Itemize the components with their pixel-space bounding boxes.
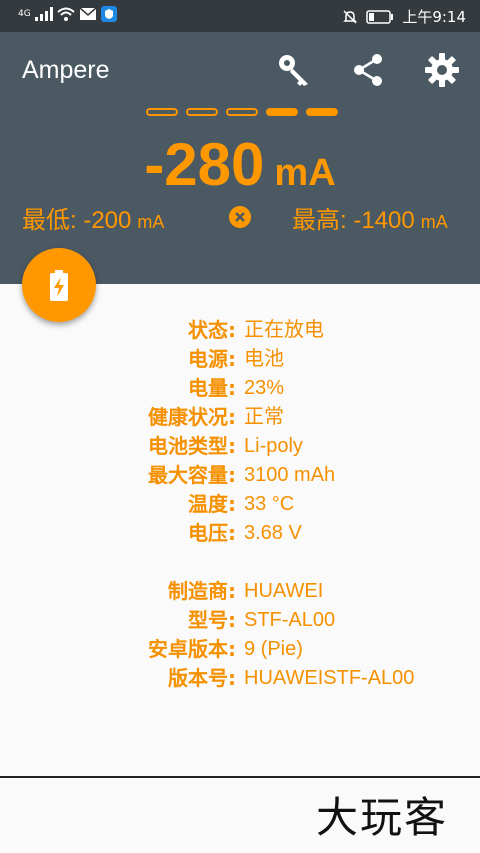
- info-value: 正在放电: [244, 319, 324, 341]
- level-dash: [146, 108, 178, 116]
- shield-app-icon: [100, 6, 117, 22]
- info-row-build-number: 版本号: HUAWEISTF-AL00: [0, 664, 480, 693]
- info-value: 33 °C: [244, 493, 295, 515]
- info-key: 电池类型:: [148, 434, 236, 458]
- reset-close-icon[interactable]: [229, 206, 251, 228]
- max-unit: mA: [420, 212, 448, 232]
- share-icon[interactable]: [350, 52, 386, 88]
- info-value: 正常: [244, 406, 284, 428]
- info-row-model: 型号: STF-AL00: [0, 606, 480, 635]
- info-value: STF-AL00: [244, 609, 336, 631]
- info-row-health: 健康状况: 正常: [0, 403, 480, 432]
- info-row-power-source: 电源: 电池: [0, 345, 480, 374]
- info-row-manufacturer: 制造商: HUAWEI: [0, 577, 480, 606]
- gear-icon[interactable]: [424, 52, 460, 88]
- info-key: 版本号:: [168, 666, 236, 690]
- level-dash: [266, 108, 298, 116]
- level-dash: [186, 108, 218, 116]
- mute-bell-icon: [343, 9, 358, 24]
- info-key: 电压:: [188, 521, 236, 545]
- info-key: 安卓版本:: [148, 637, 236, 661]
- info-value: 电池: [244, 348, 284, 370]
- info-key: 电源:: [188, 347, 236, 371]
- battery-info-list: 状态: 正在放电 电源: 电池 电量: 23% 健康状况: 正常 电池类型: Li-pol…: [0, 316, 480, 693]
- info-value: Li-poly: [244, 435, 303, 457]
- bottom-divider: [0, 776, 480, 778]
- info-key: 型号:: [188, 608, 236, 632]
- min-reading: 最低: -200 mA: [22, 200, 164, 235]
- info-key: 温度:: [188, 492, 236, 516]
- battery-fab-button[interactable]: [22, 248, 96, 322]
- current-value: -280: [144, 131, 265, 198]
- wifi-icon: [57, 7, 75, 21]
- info-value: 3100 mAh: [244, 464, 336, 486]
- battery-charging-icon: [50, 270, 68, 301]
- battery-icon: [366, 9, 394, 24]
- info-row-android-version: 安卓版本: 9 (Pie): [0, 635, 480, 664]
- info-value: HUAWEISTF-AL00: [244, 667, 415, 689]
- min-unit: mA: [137, 212, 165, 232]
- info-row-voltage: 电压: 3.68 V: [0, 519, 480, 548]
- info-value: 9 (Pie): [244, 638, 303, 660]
- info-row-temperature: 温度: 33 °C: [0, 490, 480, 519]
- current-reading: -280 mA: [0, 130, 480, 199]
- max-label: 最高: -1400: [292, 207, 415, 234]
- info-value: HUAWEI: [244, 580, 324, 602]
- info-row-technology: 电池类型: Li-poly: [0, 432, 480, 461]
- min-label: 最低: -200: [22, 207, 132, 234]
- info-key: 健康状况:: [148, 405, 236, 429]
- info-row-status: 状态: 正在放电: [0, 316, 480, 345]
- info-value: 3.68 V: [244, 522, 302, 544]
- signal-icon: [34, 7, 53, 21]
- network-type: 4G: [18, 9, 31, 19]
- key-icon[interactable]: [276, 52, 312, 88]
- info-row-level: 电量: 23%: [0, 374, 480, 403]
- clock: 上午9:14: [402, 8, 466, 26]
- max-reading: 最高: -1400 mA: [292, 200, 448, 235]
- level-dash: [226, 108, 258, 116]
- info-key: 状态:: [188, 318, 236, 342]
- mail-icon: [79, 7, 97, 20]
- info-key: 电量:: [188, 376, 236, 400]
- status-bar: 4G 上午9:14: [0, 0, 480, 32]
- app-title: Ampere: [22, 56, 110, 84]
- info-key: 制造商:: [168, 579, 236, 603]
- info-key: 最大容量:: [148, 463, 236, 487]
- charge-level-indicator: [146, 108, 338, 116]
- info-value: 23%: [244, 377, 285, 399]
- info-row-capacity: 最大容量: 3100 mAh: [0, 461, 480, 490]
- watermark-logo: 大玩客: [316, 793, 449, 842]
- level-dash: [306, 108, 338, 116]
- current-unit: mA: [274, 152, 336, 194]
